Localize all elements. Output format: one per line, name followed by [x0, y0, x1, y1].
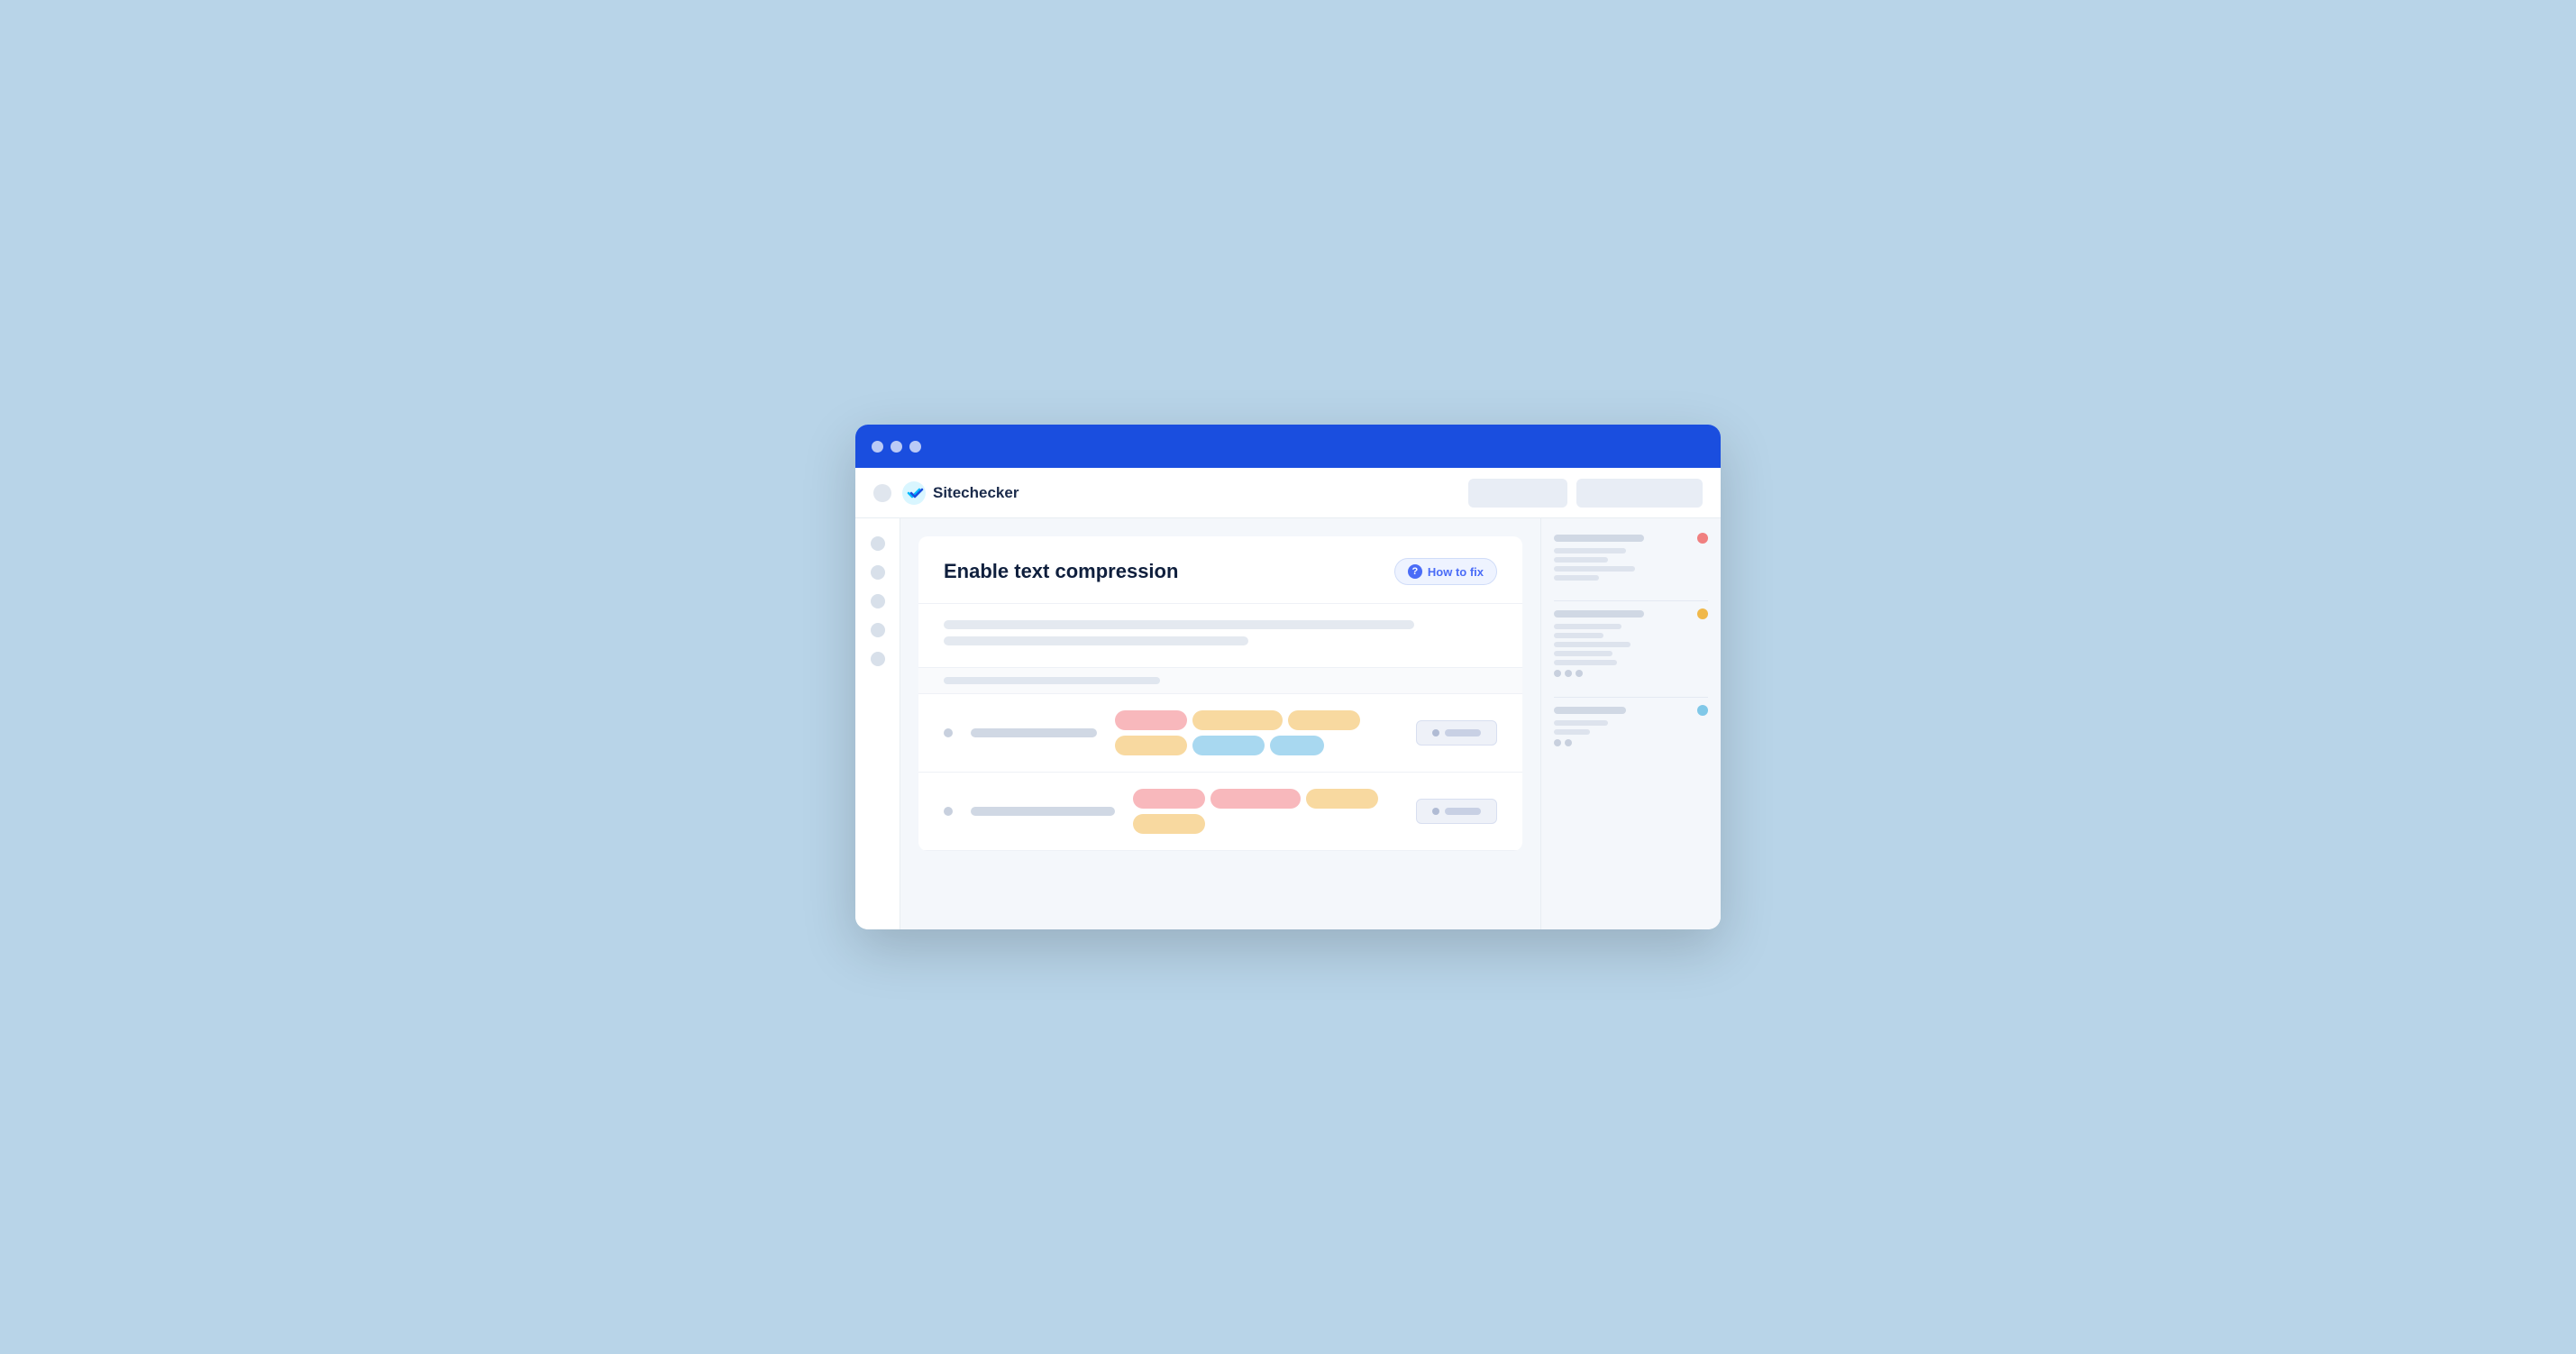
- right-divider-1: [1554, 600, 1708, 601]
- tag-orange-2: [1288, 710, 1360, 730]
- row-bullet-1: [944, 728, 953, 737]
- description-line-2: [944, 636, 1248, 645]
- row-text-1: [971, 728, 1097, 737]
- rs-line-7: [1554, 642, 1631, 647]
- rs-line-6: [1554, 633, 1603, 638]
- mini-dot-5: [1565, 739, 1572, 746]
- table-row-2: [918, 773, 1522, 851]
- mini-dot-2: [1565, 670, 1572, 677]
- sidebar-item-3[interactable]: [871, 594, 885, 608]
- description-line-1: [944, 620, 1414, 629]
- rs-line-11: [1554, 729, 1590, 735]
- right-dot-orange: [1697, 608, 1708, 619]
- browser-body: Enable text compression ? How to fix: [855, 518, 1721, 929]
- card-title: Enable text compression: [944, 560, 1178, 583]
- table-row-1: [918, 694, 1522, 773]
- right-section-1: [1554, 533, 1708, 581]
- sidebar-item-4[interactable]: [871, 623, 885, 637]
- mini-dot-4: [1554, 739, 1561, 746]
- traffic-light-close[interactable]: [872, 441, 883, 453]
- description-area: [918, 604, 1522, 668]
- how-to-fix-icon: ?: [1408, 564, 1422, 579]
- tag-pink-2: [1133, 789, 1205, 809]
- toolbar-button-1[interactable]: [1468, 479, 1567, 508]
- sidebar-item-2[interactable]: [871, 565, 885, 580]
- action-btn-dot-1: [1432, 729, 1439, 736]
- mini-dot-3: [1576, 670, 1583, 677]
- toolbar-button-2[interactable]: [1576, 479, 1703, 508]
- content-card: Enable text compression ? How to fix: [918, 536, 1522, 851]
- tag-blue-1: [1192, 736, 1265, 755]
- right-sub-lines-1: [1554, 548, 1708, 581]
- row-bullet-2: [944, 807, 953, 816]
- rs-line-10: [1554, 720, 1608, 726]
- right-sub-lines-3: [1554, 720, 1708, 735]
- rs-line-3: [1554, 566, 1635, 572]
- traffic-light-maximize[interactable]: [909, 441, 921, 453]
- right-header-line-3: [1554, 707, 1626, 714]
- action-btn-line-2: [1445, 808, 1481, 815]
- right-row-header-2: [1554, 608, 1708, 619]
- table-header-line: [944, 677, 1160, 684]
- right-sub-lines-2: [1554, 624, 1708, 665]
- right-section-2: [1554, 608, 1708, 677]
- right-dot-blue: [1697, 705, 1708, 716]
- right-row-header-3: [1554, 705, 1708, 716]
- sidebar-item-1[interactable]: [871, 536, 885, 551]
- right-header-line-2: [1554, 610, 1644, 618]
- rs-line-8: [1554, 651, 1612, 656]
- tag-pink-3: [1210, 789, 1301, 809]
- rs-line-2: [1554, 557, 1608, 563]
- row-action-button-2[interactable]: [1416, 799, 1497, 824]
- browser-titlebar: [855, 425, 1721, 468]
- right-section-3: [1554, 705, 1708, 746]
- tag-orange-5: [1133, 814, 1205, 834]
- action-btn-dot-2: [1432, 808, 1439, 815]
- tag-blue-2: [1270, 736, 1324, 755]
- rs-line-4: [1554, 575, 1599, 581]
- right-row-header-1: [1554, 533, 1708, 544]
- rs-line-1: [1554, 548, 1626, 553]
- mini-dot-1: [1554, 670, 1561, 677]
- row-tags-2: [1133, 789, 1398, 834]
- traffic-light-minimize[interactable]: [891, 441, 902, 453]
- tag-orange-4: [1306, 789, 1378, 809]
- row-text-2: [971, 807, 1115, 816]
- card-header: Enable text compression ? How to fix: [918, 536, 1522, 604]
- browser-toolbar: Sitechecker: [855, 468, 1721, 518]
- how-to-fix-label: How to fix: [1428, 565, 1484, 579]
- sitechecker-logo-icon: [902, 481, 926, 505]
- rs-line-5: [1554, 624, 1621, 629]
- rs-line-9: [1554, 660, 1617, 665]
- nav-circle: [873, 484, 891, 502]
- row-tags-1: [1115, 710, 1398, 755]
- sidebar-item-5[interactable]: [871, 652, 885, 666]
- right-dot-red: [1697, 533, 1708, 544]
- right-header-line-1: [1554, 535, 1644, 542]
- right-dots-row-2: [1554, 739, 1708, 746]
- right-panel: [1540, 518, 1721, 929]
- tag-pink-1: [1115, 710, 1187, 730]
- sidebar: [855, 518, 900, 929]
- right-divider-2: [1554, 697, 1708, 698]
- toolbar-buttons: [1468, 479, 1703, 508]
- logo-area: Sitechecker: [902, 481, 1457, 505]
- app-title: Sitechecker: [933, 484, 1019, 502]
- row-action-button-1[interactable]: [1416, 720, 1497, 746]
- main-content: Enable text compression ? How to fix: [900, 518, 1540, 929]
- how-to-fix-button[interactable]: ? How to fix: [1394, 558, 1497, 585]
- tag-orange-3: [1115, 736, 1187, 755]
- action-btn-line-1: [1445, 729, 1481, 736]
- right-dots-row-1: [1554, 670, 1708, 677]
- tag-orange-1: [1192, 710, 1283, 730]
- browser-window: Sitechecker Enable text compression ?: [855, 425, 1721, 929]
